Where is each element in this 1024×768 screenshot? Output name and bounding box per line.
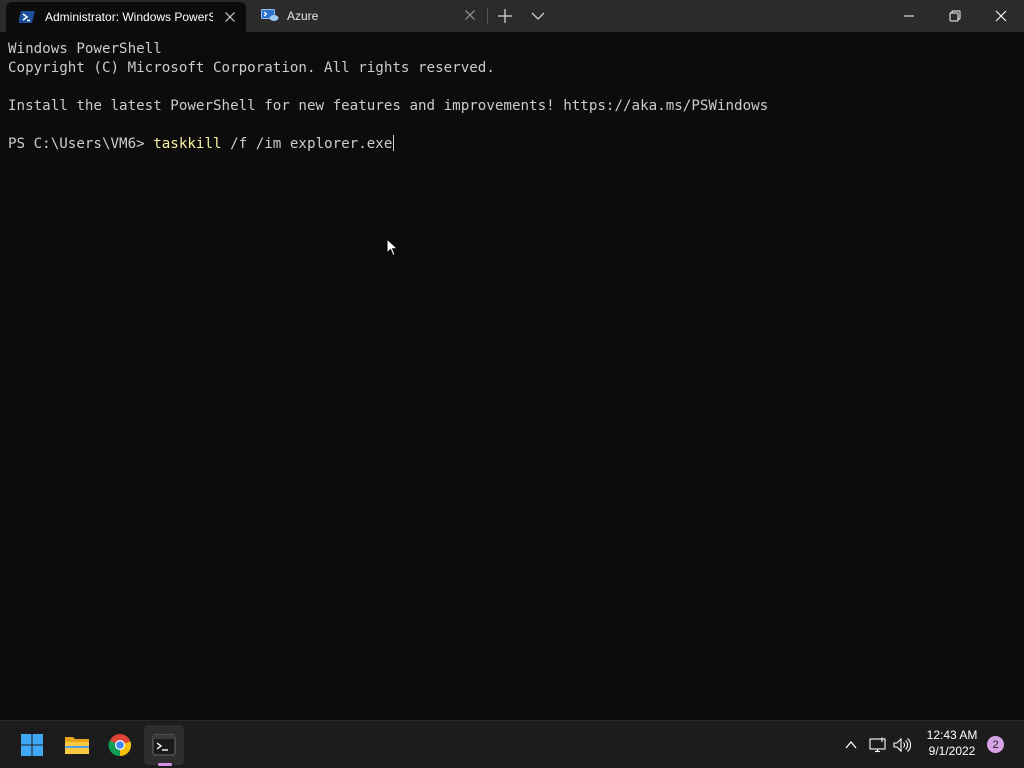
command-name: taskkill — [153, 136, 222, 152]
close-tab-icon[interactable] — [462, 7, 478, 23]
file-explorer-button[interactable] — [57, 725, 97, 765]
start-button[interactable] — [12, 725, 52, 765]
close-window-button[interactable] — [978, 0, 1024, 32]
mouse-pointer-icon — [386, 238, 399, 257]
tab-label: Azure — [287, 9, 319, 23]
chrome-icon — [108, 734, 132, 757]
clock-time: 12:43 AM — [926, 728, 978, 742]
tab-azure[interactable]: Azure — [248, 0, 486, 32]
taskbar: 12:43 AM 9/1/2022 — [0, 720, 1024, 768]
clock-date: 9/1/2022 — [928, 744, 976, 758]
tab-label: Administrator: Windows PowerShell — [45, 10, 213, 24]
volume-icon[interactable] — [892, 735, 912, 755]
azure-cloud-shell-icon — [261, 8, 279, 22]
command-args: /f /im explorer.exe — [221, 136, 393, 152]
restore-icon — [949, 10, 961, 22]
powershell-icon — [18, 10, 35, 24]
chrome-button[interactable] — [100, 725, 140, 765]
minimize-button[interactable] — [886, 0, 932, 32]
prompt: PS C:\Users\VM6> — [8, 136, 154, 152]
terminal-line: Copyright (C) Microsoft Corporation. All… — [8, 60, 495, 76]
terminal-button[interactable] — [144, 725, 184, 765]
minimize-icon — [904, 15, 914, 17]
chevron-up-icon[interactable] — [841, 735, 861, 755]
tab-divider — [487, 8, 488, 24]
close-icon — [995, 10, 1007, 22]
restore-button[interactable] — [932, 0, 978, 32]
plus-icon[interactable] — [495, 6, 515, 26]
clock[interactable]: 12:43 AM 9/1/2022 — [918, 727, 986, 759]
notification-badge[interactable]: 2 — [987, 736, 1004, 753]
terminal-line: Install the latest PowerShell for new fe… — [8, 98, 769, 114]
close-tab-icon[interactable] — [222, 9, 238, 25]
command-line[interactable]: PS C:\Users\VM6> taskkill /f /im explore… — [8, 135, 395, 154]
terminal-output[interactable]: Windows PowerShell Copyright (C) Microso… — [0, 32, 1024, 720]
running-indicator — [158, 763, 172, 766]
text-caret — [393, 135, 395, 151]
network-icon[interactable] — [868, 735, 888, 755]
windows-start-icon — [21, 734, 43, 756]
tab-administrator-powershell[interactable]: Administrator: Windows PowerShell — [6, 2, 246, 32]
terminal-line: Windows PowerShell — [8, 41, 162, 57]
file-explorer-icon — [65, 737, 89, 754]
chevron-down-icon[interactable] — [529, 6, 547, 26]
title-bar: Administrator: Windows PowerShell Azure — [0, 0, 1024, 32]
terminal-icon — [152, 734, 176, 756]
